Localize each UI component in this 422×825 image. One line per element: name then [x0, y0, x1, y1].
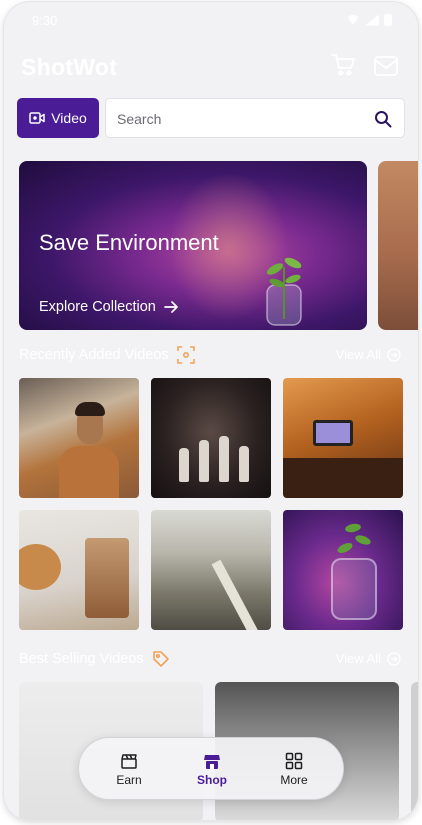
- status-bar: 9:30: [4, 2, 418, 40]
- phone-frame: 9:30 ShotWot Video Search Save Environme…: [4, 2, 418, 820]
- nav-item-more[interactable]: More: [269, 752, 319, 787]
- cart-icon[interactable]: [330, 52, 356, 78]
- chess-piece: [219, 436, 229, 482]
- arrow-circle-icon: [387, 347, 401, 362]
- nav-label-earn: Earn: [116, 773, 142, 787]
- thumb-highway: [211, 559, 258, 630]
- nav-label-shop: Shop: [197, 773, 227, 787]
- banner-title: Save Environment: [39, 230, 219, 255]
- focus-frame-icon: [176, 346, 195, 364]
- nav-item-earn[interactable]: Earn: [104, 752, 154, 787]
- search-placeholder: Search: [117, 111, 162, 127]
- video-thumbnail[interactable]: [19, 510, 139, 630]
- thumb-leaf: [344, 522, 362, 534]
- status-icons: [346, 14, 392, 26]
- best-selling-view-all[interactable]: View All: [336, 651, 401, 666]
- nav-item-shop[interactable]: Shop: [187, 752, 237, 787]
- view-all-label: View All: [335, 347, 381, 362]
- thumb-bread: [19, 544, 61, 590]
- best-selling-label: Best Selling Videos: [19, 651, 144, 667]
- arrow-right-icon: [164, 301, 178, 313]
- nav-label-more: More: [280, 773, 308, 787]
- video-filter-button[interactable]: Video: [17, 98, 99, 138]
- recently-added-view-all[interactable]: View All: [336, 347, 401, 362]
- thumb-tea-glass: [85, 538, 129, 618]
- arrow-circle-icon: [387, 651, 401, 666]
- video-thumbnail[interactable]: [19, 378, 139, 498]
- clapperboard-icon: [121, 754, 137, 769]
- thumb-hair: [75, 402, 105, 416]
- next-banner-peek[interactable]: [378, 161, 418, 330]
- recently-added-label: Recently Added Videos: [19, 347, 169, 363]
- best-selling-header: Best Selling Videos View All: [4, 650, 418, 670]
- thumb-leaf: [336, 540, 354, 556]
- thumb-desk: [283, 458, 403, 498]
- recently-added-header: Recently Added Videos View All: [4, 346, 418, 366]
- thumb-laptop: [313, 420, 353, 446]
- signal-icon: [365, 14, 379, 26]
- thumb-leaf: [354, 533, 372, 547]
- grid-icon: [285, 752, 303, 770]
- thumb-figure: [59, 446, 119, 498]
- app-header: ShotWot: [4, 50, 418, 84]
- best-selling-title: Best Selling Videos: [19, 650, 170, 668]
- video-filter-label: Video: [51, 110, 87, 126]
- video-thumbnail[interactable]: [283, 510, 403, 630]
- search-icon[interactable]: [374, 110, 392, 128]
- brand-logo[interactable]: ShotWot: [21, 54, 117, 81]
- search-input[interactable]: Search: [105, 98, 405, 138]
- video-camera-icon: [29, 112, 45, 124]
- status-time: 9:30: [32, 13, 58, 28]
- view-all-label: View All: [335, 651, 381, 666]
- recently-added-title: Recently Added Videos: [19, 346, 195, 364]
- bottom-navigation: Earn Shop More: [78, 737, 344, 800]
- tag-icon: [152, 651, 169, 667]
- explore-collection-label: Explore Collection: [39, 299, 156, 315]
- video-thumbnail[interactable]: [151, 510, 271, 630]
- explore-collection-link[interactable]: Explore Collection: [39, 299, 178, 315]
- chess-piece: [239, 446, 249, 482]
- mail-icon[interactable]: [372, 52, 400, 80]
- hero-banner[interactable]: Save Environment Explore Collection: [19, 161, 367, 330]
- video-thumbnail[interactable]: [283, 378, 403, 498]
- plant-jar-illustration: [266, 257, 302, 326]
- chess-piece: [199, 440, 209, 482]
- thumb-jar: [331, 558, 377, 620]
- video-thumbnail[interactable]: [151, 378, 271, 498]
- shop-icon: [204, 755, 220, 769]
- wifi-icon: [346, 15, 360, 25]
- best-selling-thumbnail-peek[interactable]: [411, 682, 418, 820]
- chess-piece: [179, 448, 189, 482]
- battery-icon: [384, 14, 392, 26]
